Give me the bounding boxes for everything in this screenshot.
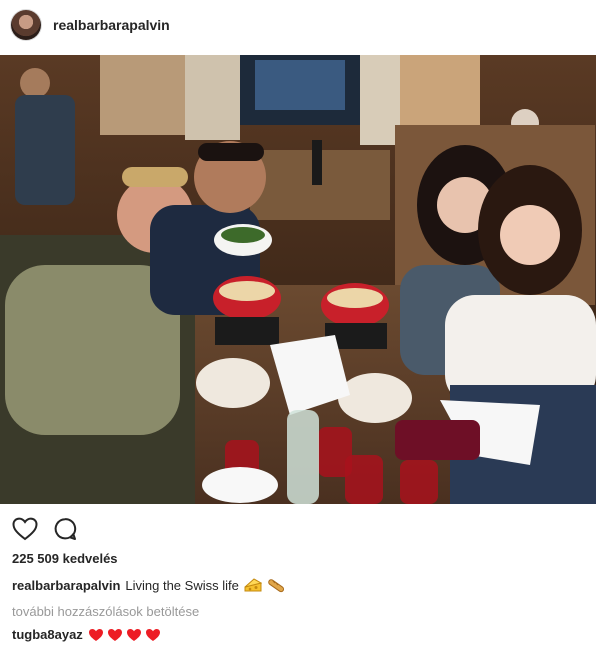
load-more-comments-link[interactable]: további hozzászólások betöltése [12,604,199,619]
post-caption: realbarbarapalvin Living the Swiss life [12,577,285,593]
comment-username[interactable]: tugba8ayaz [12,627,83,642]
avatar[interactable] [11,10,41,40]
post-photo[interactable] [0,55,596,504]
comment-row: tugba8ayaz [12,627,161,642]
like-button[interactable] [12,516,38,542]
comment-hearts [88,628,161,642]
red-heart-icon [145,628,160,641]
post-username[interactable]: realbarbarapalvin [53,17,170,33]
comment-button[interactable] [52,516,78,542]
caption-username[interactable]: realbarbarapalvin [12,578,120,593]
red-heart-icon [126,628,141,641]
cheese-icon [244,577,262,593]
post-actions [12,515,78,543]
instagram-post: realbarbarapalvin 225 509 kedvelés realb… [0,0,596,652]
likes-count[interactable]: 225 509 kedvelés [12,551,118,566]
red-heart-icon [107,628,122,641]
heart-outline-icon [12,517,38,541]
bread-icon [267,577,285,593]
comment-bubble-icon [54,518,77,540]
red-heart-icon [88,628,103,641]
post-header: realbarbarapalvin [0,0,596,55]
dinner-photo-illustration [0,55,596,504]
caption-text: Living the Swiss life [125,577,239,593]
